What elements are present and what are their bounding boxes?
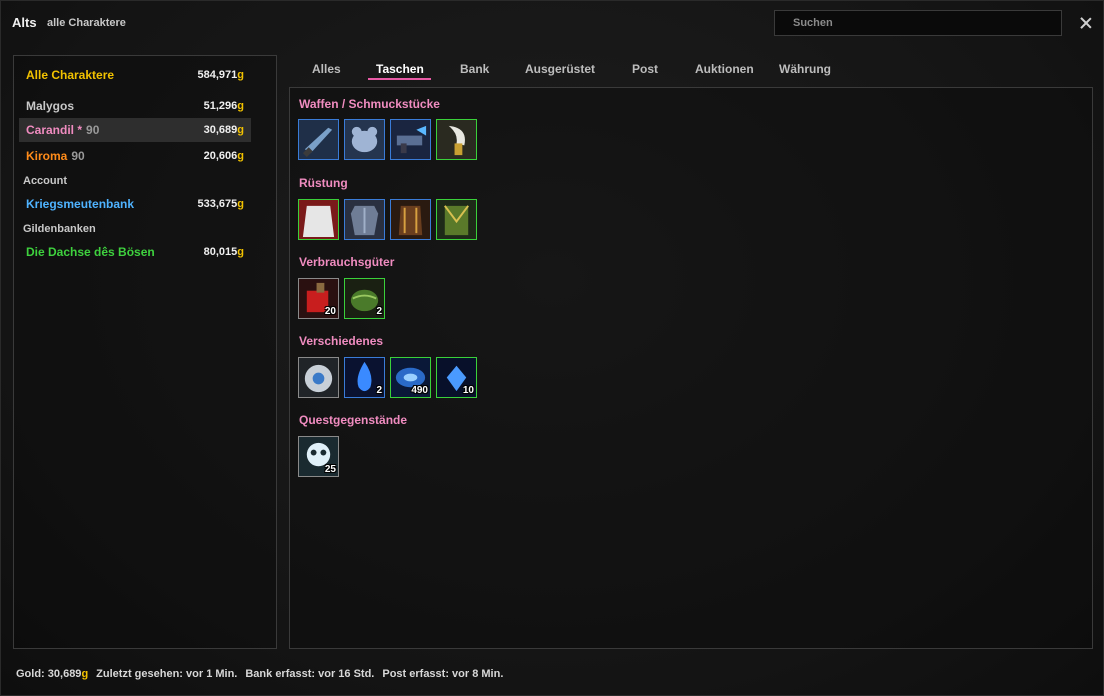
item-slot[interactable] <box>344 119 385 160</box>
item-slot[interactable]: 490 <box>390 357 431 398</box>
footer-mail-captured: Post erfasst: vor 8 Min. <box>382 668 504 680</box>
character-gold: 20,606g <box>203 150 244 162</box>
category-title: Rüstung <box>299 176 348 190</box>
alts-window: Alts alle Charaktere Alle Charaktere 584… <box>0 0 1104 696</box>
character-row-kiroma[interactable]: Kiroma 90 20,606g <box>19 144 251 168</box>
item-slot[interactable]: 2 <box>344 357 385 398</box>
character-row-malygos[interactable]: Malygos 51,296g <box>19 94 251 118</box>
item-slot[interactable] <box>298 119 339 160</box>
leather-vest-icon <box>391 200 430 239</box>
item-slot[interactable]: 10 <box>436 357 477 398</box>
item-slot[interactable] <box>298 357 339 398</box>
character-gold: 30,689g <box>203 124 244 136</box>
category-title: Questgegenstände <box>299 413 408 427</box>
active-tab-indicator <box>368 78 431 80</box>
character-name: Malygos <box>26 99 75 113</box>
cloak-icon <box>299 200 338 239</box>
character-row-all[interactable]: Alle Charaktere 584,971g <box>19 63 251 87</box>
guild-bank-name: Die Dachse dês Bösen <box>26 245 155 259</box>
account-bank-name: Kriegsmeutenbank <box>26 197 135 211</box>
fang-knife-icon <box>437 120 476 159</box>
section-label-account: Account <box>23 175 67 187</box>
item-slot[interactable] <box>390 199 431 240</box>
item-slot[interactable]: 2 <box>344 278 385 319</box>
close-icon[interactable] <box>1077 14 1095 32</box>
tab-bar: Alles Taschen Bank Ausgerüstet Post Aukt… <box>289 56 1104 86</box>
section-label-guild: Gildenbanken <box>23 223 96 235</box>
window-subtitle: alle Charaktere <box>47 17 126 29</box>
item-slot[interactable]: 25 <box>298 436 339 477</box>
category-title: Verbrauchsgüter <box>299 255 395 269</box>
window-title: Alts <box>12 15 37 30</box>
footer-bank-captured: Bank erfasst: vor 16 Std. <box>245 668 375 680</box>
character-gold: 51,296g <box>203 100 244 112</box>
tab-post[interactable]: Post <box>632 62 658 76</box>
character-name: Carandil * 90 <box>26 123 100 137</box>
character-list: Alle Charaktere 584,971g Malygos 51,296g… <box>13 55 277 649</box>
category-title: Waffen / Schmuckstücke <box>299 97 440 111</box>
status-footer: Gold: 30,689g Zuletzt gesehen: vor 1 Min.… <box>16 668 504 680</box>
bear-figurine-icon <box>345 120 384 159</box>
category-title: Verschiedenes <box>299 334 384 348</box>
blaster-icon <box>391 120 430 159</box>
item-slot[interactable] <box>298 199 339 240</box>
search-input[interactable] <box>774 10 1062 36</box>
character-gold: 584,971g <box>197 69 245 81</box>
character-level: 90 <box>86 123 100 137</box>
footer-gold: 30,689 <box>47 668 82 680</box>
tab-ausgeruestet[interactable]: Ausgerüstet <box>525 62 595 76</box>
footer-last-seen: Zuletzt gesehen: vor 1 Min. <box>96 668 238 680</box>
dagger-icon <box>299 120 338 159</box>
guild-bank-gold: 80,015g <box>203 246 244 258</box>
tab-waehrung[interactable]: Währung <box>779 62 831 76</box>
character-level: 90 <box>71 149 85 163</box>
guild-bank-row[interactable]: Die Dachse dês Bösen 80,015g <box>19 240 251 264</box>
tab-bank[interactable]: Bank <box>460 62 489 76</box>
item-slot[interactable] <box>390 119 431 160</box>
character-row-carandil[interactable]: Carandil * 90 30,689g <box>19 118 251 142</box>
tab-alles[interactable]: Alles <box>312 62 341 76</box>
disc-icon <box>299 358 338 397</box>
account-bank-gold: 533,675g <box>197 198 245 210</box>
item-slot[interactable] <box>436 119 477 160</box>
character-name: Alle Charaktere <box>26 68 115 82</box>
account-bank-row[interactable]: Kriegsmeutenbank 533,675g <box>19 192 251 216</box>
item-slot[interactable] <box>436 199 477 240</box>
tab-auktionen[interactable]: Auktionen <box>695 62 754 76</box>
tab-taschen[interactable]: Taschen <box>376 62 424 76</box>
green-tabard-icon <box>437 200 476 239</box>
item-slot[interactable]: 20 <box>298 278 339 319</box>
item-slot[interactable] <box>344 199 385 240</box>
character-name: Kiroma 90 <box>26 149 85 163</box>
chest-armor-icon <box>345 200 384 239</box>
bag-contents: Waffen / Schmuckstücke Rüstung Verbrauch… <box>289 87 1093 649</box>
